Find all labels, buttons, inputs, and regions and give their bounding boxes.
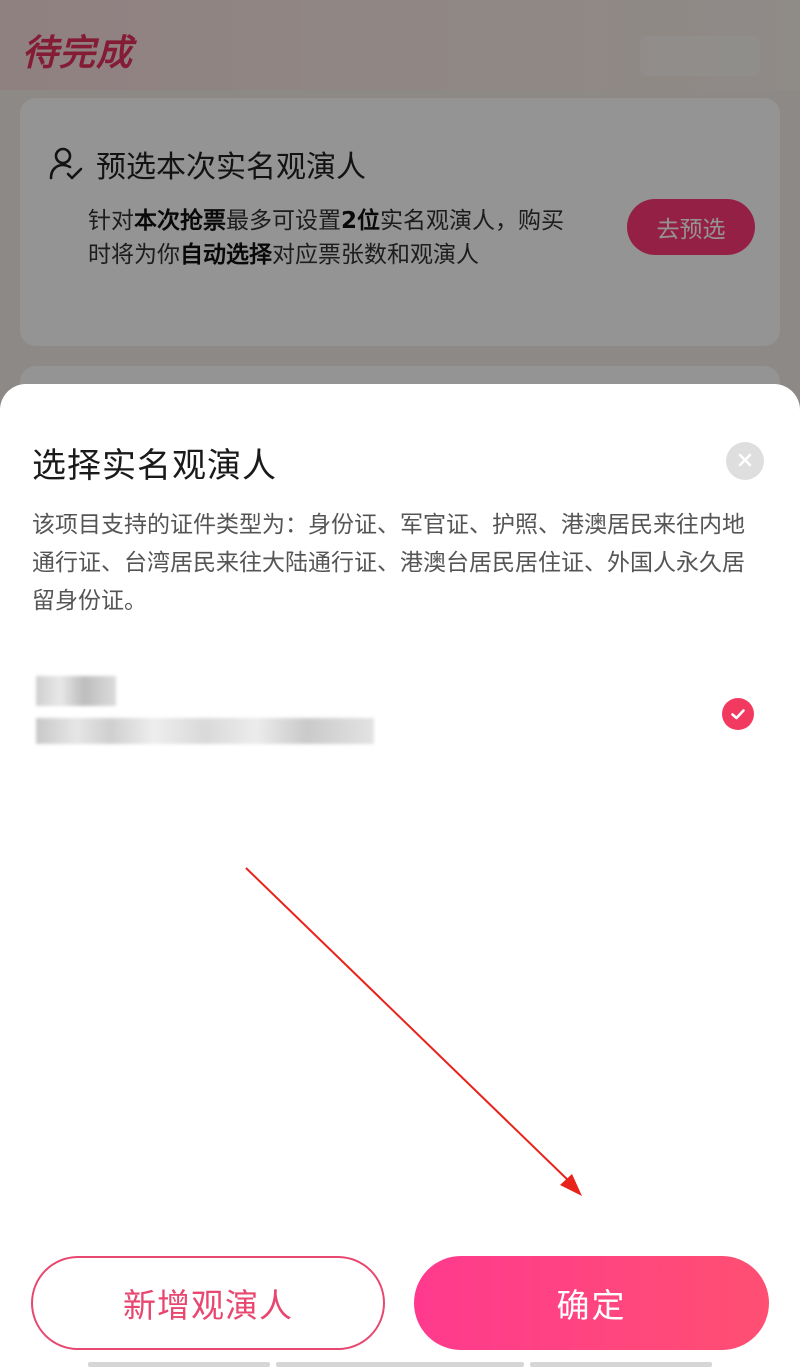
page: 待完成 预选本次实名观演人 针对本次抢票最多可设置2位实名观演人，购买时将为你自… — [0, 0, 800, 1367]
checkmark-icon[interactable] — [722, 698, 754, 730]
sheet-title: 选择实名观演人 — [32, 446, 277, 486]
close-icon — [738, 452, 752, 471]
confirm-button[interactable]: 确定 — [414, 1256, 769, 1350]
indicator-segment — [276, 1362, 524, 1367]
indicator-segment — [530, 1362, 712, 1367]
indicator-segment — [88, 1362, 270, 1367]
bottom-indicator — [0, 1362, 800, 1367]
id-types-description: 该项目支持的证件类型为：身份证、军官证、护照、港澳居民来往内地通行证、台湾居民来… — [32, 512, 745, 614]
select-attendee-sheet: 选择实名观演人 该项目支持的证件类型为：身份证、军官证、护照、港澳居民来往内地通… — [0, 384, 800, 1367]
attendee-item[interactable] — [0, 672, 800, 762]
attendee-name-redacted — [36, 676, 116, 706]
add-attendee-button[interactable]: 新增观演人 — [31, 1256, 385, 1350]
close-button[interactable] — [726, 442, 764, 480]
attendee-id-redacted — [36, 718, 374, 744]
